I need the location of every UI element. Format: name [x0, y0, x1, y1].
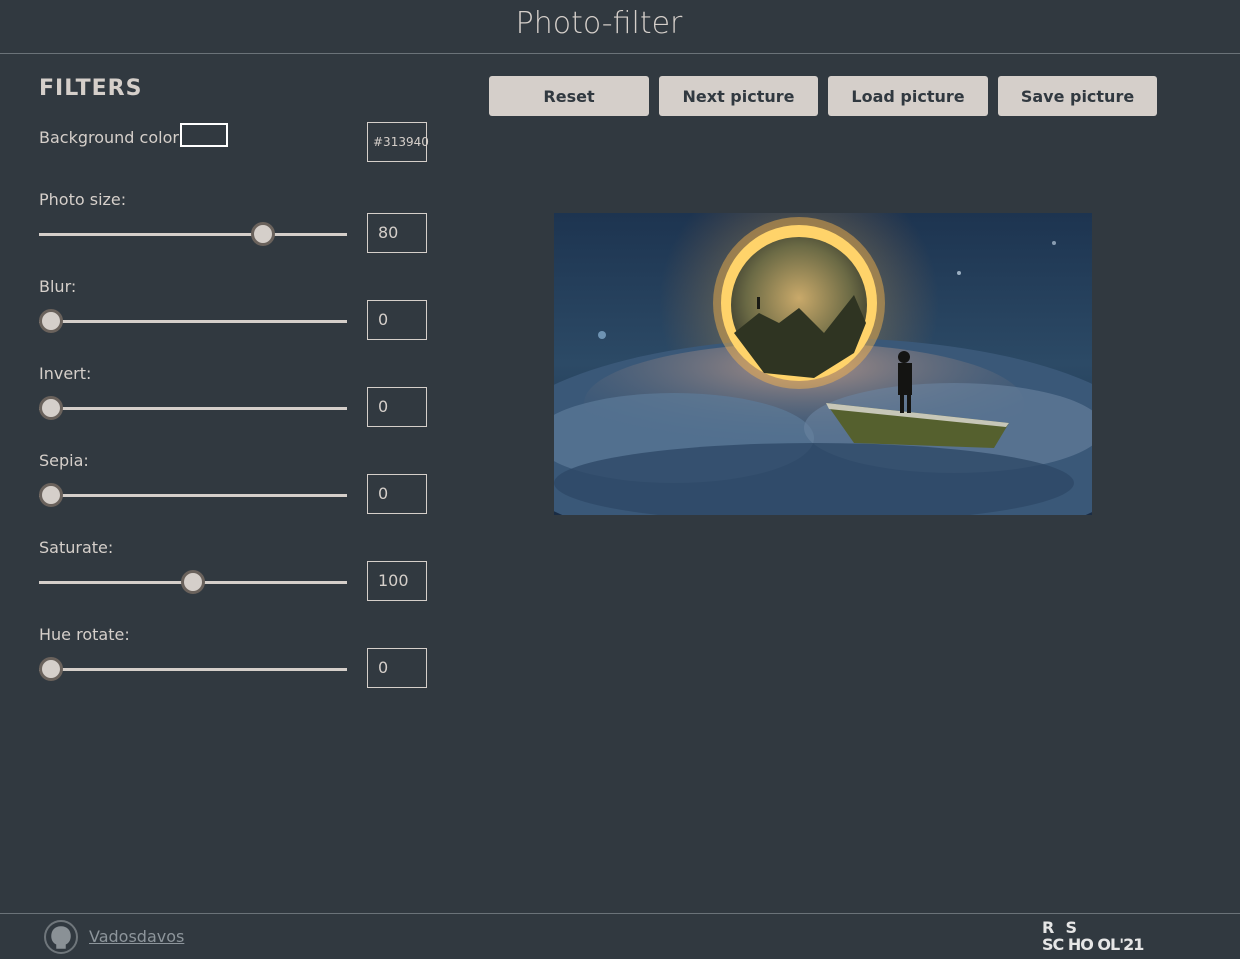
- hue-rotate-slider[interactable]: [39, 668, 347, 671]
- sepia-slider[interactable]: [39, 494, 347, 497]
- saturate-label: Saturate:: [39, 538, 114, 557]
- invert-label: Invert:: [39, 364, 92, 383]
- sepia-label: Sepia:: [39, 451, 89, 470]
- author-link[interactable]: Vadosdavos: [89, 927, 184, 946]
- background-color-label: Background color:: [39, 128, 185, 147]
- blur-slider-thumb[interactable]: [39, 309, 63, 333]
- invert-output: 0: [367, 387, 427, 427]
- blur-label: Blur:: [39, 277, 77, 296]
- saturate-slider-thumb[interactable]: [181, 570, 205, 594]
- reset-button[interactable]: Reset: [489, 76, 649, 116]
- saturate-output: 100: [367, 561, 427, 601]
- photo-size-label: Photo size:: [39, 190, 127, 209]
- sepia-output: 0: [367, 474, 427, 514]
- filtered-photo: [554, 213, 1092, 515]
- github-icon[interactable]: [44, 920, 78, 954]
- blur-slider[interactable]: [39, 320, 347, 323]
- invert-slider-thumb[interactable]: [39, 396, 63, 420]
- header: Photo-filter: [0, 0, 1240, 54]
- rs-school-logo[interactable]: R S SC HO OL'21: [1042, 920, 1158, 956]
- photo-size-slider-thumb[interactable]: [251, 222, 275, 246]
- hue-rotate-label: Hue rotate:: [39, 625, 130, 644]
- page-title: Photo-filter: [515, 6, 683, 41]
- filters-title: FILTERS: [39, 76, 143, 101]
- hue-rotate-output: 0: [367, 648, 427, 688]
- photo-size-output: 80: [367, 213, 427, 253]
- background-color-picker[interactable]: [180, 123, 228, 147]
- sepia-slider-thumb[interactable]: [39, 483, 63, 507]
- next-picture-button[interactable]: Next picture: [659, 76, 818, 116]
- save-picture-button[interactable]: Save picture: [998, 76, 1157, 116]
- rs-school-logo-bottom: SC HO OL'21: [1042, 935, 1144, 954]
- blur-output: 0: [367, 300, 427, 340]
- load-picture-button[interactable]: Load picture: [828, 76, 988, 116]
- invert-slider[interactable]: [39, 407, 347, 410]
- footer: Vadosdavos R S SC HO OL'21: [0, 913, 1240, 959]
- photo-size-slider[interactable]: [39, 233, 347, 236]
- rs-school-logo-top: R S: [1042, 918, 1077, 937]
- hue-rotate-slider-thumb[interactable]: [39, 657, 63, 681]
- background-color-output: #313940: [367, 122, 429, 162]
